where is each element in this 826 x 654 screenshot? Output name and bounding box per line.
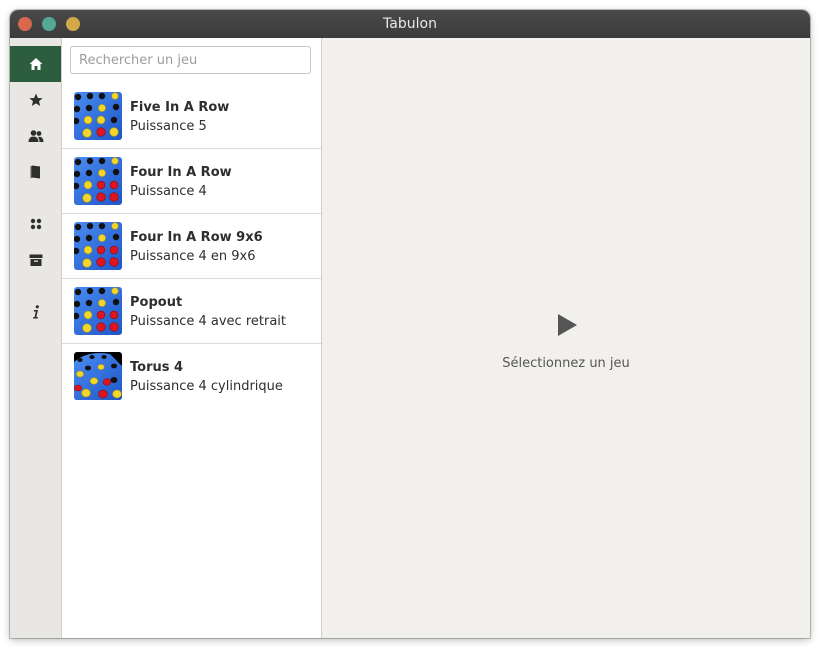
game-title: Five In A Row xyxy=(130,100,230,115)
game-item-five-in-a-row[interactable]: Five In A Row Puissance 5 xyxy=(62,84,321,149)
app-window: Tabulon Rechercher un jeu Five In A Row … xyxy=(10,10,810,638)
search-input[interactable] xyxy=(70,46,311,74)
game-title: Four In A Row xyxy=(130,165,232,180)
game-list: Five In A Row Puissance 5 Four In A Row … xyxy=(62,84,321,409)
torus-board-icon xyxy=(74,352,122,400)
connect-board-icon xyxy=(74,92,122,140)
game-item-four-in-a-row-9x6[interactable]: Four In A Row 9x6 Puissance 4 en 9x6 xyxy=(62,214,321,279)
game-subtitle: Puissance 4 avec retrait xyxy=(130,314,287,329)
game-list-pane: Five In A Row Puissance 5 xyxy=(62,38,322,638)
sidebar-item-home[interactable] xyxy=(10,46,61,82)
sidebar-item-rules[interactable] xyxy=(10,154,61,190)
sidebar xyxy=(10,38,62,638)
sidebar-item-about[interactable] xyxy=(10,294,61,330)
game-subtitle: Puissance 4 cylindrique xyxy=(130,379,283,394)
sidebar-item-archive[interactable] xyxy=(10,242,61,278)
game-subtitle: Puissance 5 xyxy=(130,119,207,134)
archive-icon xyxy=(29,254,42,266)
connect-board-icon xyxy=(74,222,122,270)
empty-state-label: Sélectionnez un jeu xyxy=(502,356,630,371)
game-subtitle: Puissance 4 xyxy=(130,184,207,199)
book-icon xyxy=(30,165,40,179)
sidebar-item-favorites[interactable] xyxy=(10,82,61,118)
content-area: Sélectionnez un jeu xyxy=(322,38,810,638)
sidebar-item-categories[interactable] xyxy=(10,206,61,242)
grid-icon xyxy=(30,218,41,230)
game-title: Four In A Row 9x6 xyxy=(130,230,263,245)
game-subtitle: Puissance 4 en 9x6 xyxy=(130,249,256,264)
game-title: Torus 4 xyxy=(130,360,184,375)
game-item-four-in-a-row[interactable]: Four In A Row Puissance 4 xyxy=(62,149,321,214)
home-icon xyxy=(29,58,42,70)
connect-board-icon xyxy=(74,157,122,205)
game-item-popout[interactable]: Popout Puissance 4 avec retrait xyxy=(62,279,321,344)
sidebar-item-players[interactable] xyxy=(10,118,61,154)
window-title: Tabulon xyxy=(383,16,437,32)
connect-board-icon xyxy=(74,287,122,335)
play-icon xyxy=(558,314,577,336)
game-item-torus-4[interactable]: Torus 4 Puissance 4 cylindrique xyxy=(62,344,321,409)
game-title: Popout xyxy=(130,295,183,310)
people-icon xyxy=(28,130,43,142)
title-bar: Tabulon xyxy=(10,10,810,38)
star-icon xyxy=(28,93,43,106)
info-icon xyxy=(32,305,39,319)
